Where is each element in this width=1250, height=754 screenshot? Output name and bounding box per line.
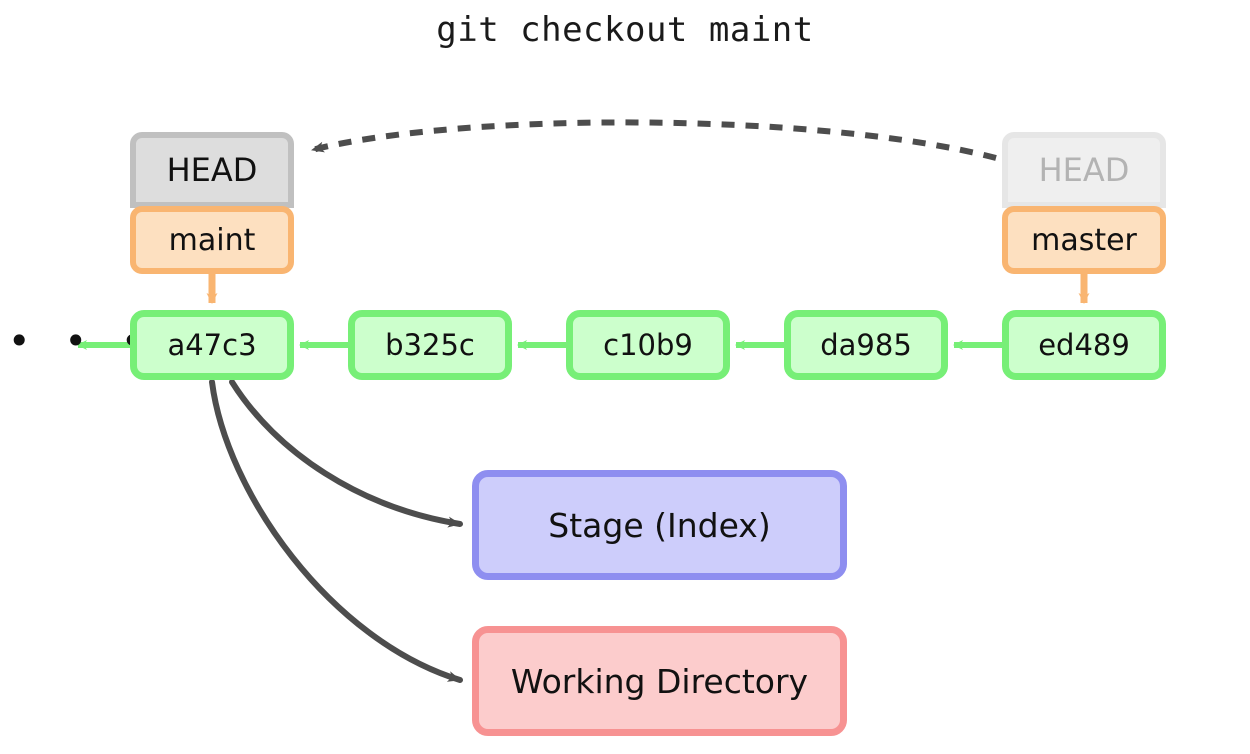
head-move-arrow (311, 119, 997, 161)
diagram-canvas: git checkout maint • • • HEAD maint HEAD… (0, 0, 1250, 754)
branch-label-master[interactable]: master (1002, 206, 1166, 274)
commit-hash: a47c3 (167, 328, 257, 362)
working-directory-label: Working Directory (510, 661, 809, 701)
commit-hash: b325c (385, 328, 475, 362)
head-label-faded: HEAD (1038, 151, 1130, 189)
head-pointer-previous[interactable]: HEAD (1002, 132, 1166, 208)
branch-label-maint[interactable]: maint (130, 206, 294, 274)
branch-label-text: master (1031, 222, 1137, 258)
commit-node[interactable]: ed489 (1002, 310, 1166, 380)
head-label: HEAD (166, 151, 258, 189)
branch-label-text: maint (168, 222, 256, 258)
stage-index-label: Stage (Index) (548, 505, 771, 545)
commit-hash: da985 (820, 328, 912, 362)
branch-to-commit-arrows (206, 274, 1090, 304)
commit-node[interactable]: a47c3 (130, 310, 294, 380)
commit-node[interactable]: c10b9 (566, 310, 730, 380)
head-pointer-active[interactable]: HEAD (130, 132, 294, 208)
stage-index-box[interactable]: Stage (Index) (472, 470, 847, 580)
commit-hash: ed489 (1038, 328, 1130, 362)
commit-node[interactable]: da985 (784, 310, 948, 380)
page-title: git checkout maint (436, 10, 814, 50)
commit-hash: c10b9 (603, 328, 693, 362)
commit-node[interactable]: b325c (348, 310, 512, 380)
checkout-flow-arrows (209, 379, 463, 683)
working-directory-box[interactable]: Working Directory (472, 626, 847, 736)
